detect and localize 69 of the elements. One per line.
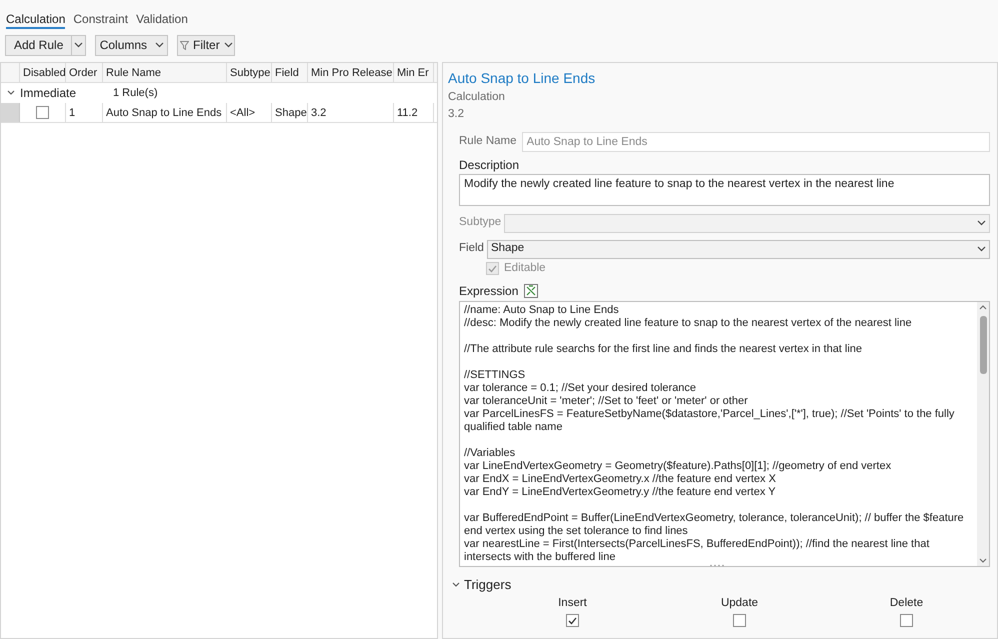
chevron-down-icon [74, 42, 84, 48]
scrollbar[interactable] [977, 302, 989, 566]
chevron-down-icon [977, 220, 986, 226]
field-label: Rule Name [459, 134, 517, 150]
rule-type: Calculation [448, 90, 506, 105]
column-header[interactable]: Order [66, 63, 103, 82]
code-line: var LineEndVertexGeometry = Geometry($feature).Paths[0][1]; //geometry of end vertex [464, 460, 892, 473]
table-cell: 3.2 [308, 103, 394, 122]
chevron-down-icon [977, 246, 986, 252]
column-header[interactable]: Min Er [394, 63, 434, 82]
chevron-down-icon [155, 42, 164, 48]
chevron-down-icon[interactable] [979, 558, 987, 563]
rule-count: 1 Rule(s) [113, 86, 158, 101]
tab[interactable]: Validation [136, 10, 188, 29]
field-label: Expression [459, 283, 518, 300]
chevron-down-icon [224, 42, 233, 48]
filter-button[interactable]: Filter [177, 34, 236, 56]
code-line: //Variables [464, 447, 516, 460]
field-label: Field [459, 241, 484, 256]
table-cell: Auto Snap to Line Ends [103, 103, 227, 122]
code-line: var EndX = LineEndVertexGeometry.x //the feature end vertex X [464, 473, 777, 486]
table-cell: Shape [272, 103, 308, 122]
table-cell: <All> [227, 103, 272, 122]
code-line: //The attribute rule searchs for the first line and finds the nearest vertex in that line [464, 343, 864, 356]
table-cell: 11.2 [394, 103, 434, 122]
dropdown[interactable]: Shape [486, 240, 990, 258]
field-label: Subtype [459, 215, 502, 230]
code-line: var EndY = LineEndVertexGeometry.y //the feature end vertex Y [464, 486, 777, 499]
table-cell: 1 [66, 103, 103, 122]
scrollbar-thumb[interactable] [980, 316, 986, 374]
checkbox-label: Editable [504, 260, 546, 276]
chevron-up-icon[interactable] [979, 305, 987, 310]
checkbox-label: Delete [890, 596, 924, 611]
checkbox[interactable] [566, 614, 579, 628]
add-rule-split-button[interactable]: Add Rule [5, 34, 86, 56]
add-rule-button[interactable]: Add Rule [6, 36, 72, 54]
checkbox[interactable] [900, 614, 913, 628]
chevron-down-icon[interactable] [6, 90, 14, 96]
description-field[interactable]: Modify the newly created line feature to snap to the nearest vertex in the nearest line [459, 174, 990, 206]
code-line: var ParcelLinesFS = FeatureSetbyName($datastore,'Parcel_Lines',['*'], true); //Set 'Points' to the fully qualified table name [464, 408, 956, 434]
columns-button[interactable]: Columns [95, 34, 168, 56]
code-line: //desc: Modify the newly created line feature to snap to the nearest vertex of the nearest line [464, 317, 913, 330]
chevron-down-icon[interactable] [452, 582, 460, 588]
column-header[interactable]: Rule Name [103, 63, 227, 82]
column-header[interactable]: Disabled [20, 63, 66, 82]
code-line: var tolerance = 0.1; //Set your desired tolerance [464, 382, 698, 395]
table-row[interactable]: 1 Auto Snap to Line Ends <All> Shape 3.2 11.2 [1, 103, 437, 123]
rule-version: 3.2 [448, 107, 465, 122]
checkbox-label: Update [720, 596, 758, 611]
column-header[interactable]: Min Pro Release [308, 63, 394, 82]
code-line: var toleranceUnit = 'meter'; //Set to 'feet' or 'meter' or other [464, 395, 749, 408]
checkbox-label: Insert [558, 596, 587, 611]
expression-builder-icon[interactable] [524, 284, 538, 298]
tab[interactable]: Calculation [6, 10, 66, 29]
section-header[interactable]: Triggers [464, 575, 512, 595]
expression-editor[interactable] [459, 301, 990, 567]
column-header[interactable]: Field [272, 63, 308, 82]
group-label: Immediate [20, 85, 78, 102]
column-header[interactable]: Subtype [227, 63, 272, 82]
filter-icon [180, 40, 190, 50]
rule-title: Auto Snap to Line Ends [448, 69, 596, 87]
code-line: //name: Auto Snap to Line Ends [464, 304, 620, 317]
tab[interactable]: Constraint [73, 10, 128, 29]
field-label: Description [459, 157, 520, 174]
code-line: //SETTINGS [464, 369, 526, 382]
checkbox[interactable] [733, 614, 746, 628]
checkbox[interactable] [36, 106, 49, 119]
code-line: var nearestLine = First(Intersects(ParcelLinesFS, BufferedEndPoint)); //find the nearest line that intersects with the buffered line [464, 538, 930, 564]
resize-grip-icon[interactable] [710, 564, 724, 567]
